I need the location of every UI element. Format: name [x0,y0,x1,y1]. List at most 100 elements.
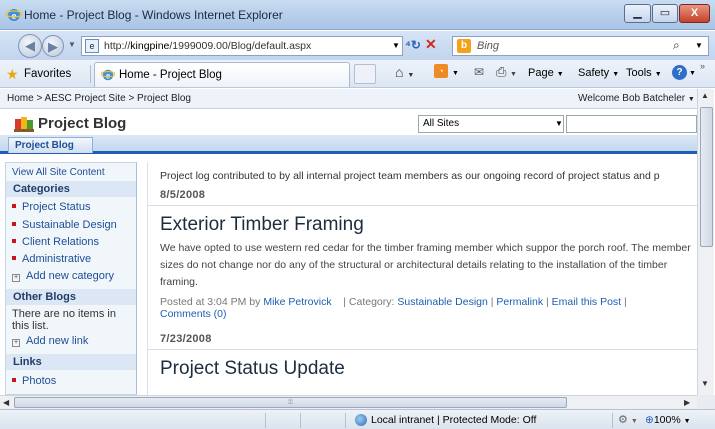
rss-dropdown-icon[interactable]: ▼ [452,70,459,77]
zoom-level[interactable]: ⊕100% ▼ [645,414,691,426]
post-title[interactable]: Exterior Timber Framing [160,214,364,236]
add-icon: + [12,339,20,347]
close-button[interactable]: X [679,4,710,23]
add-icon: + [12,274,20,282]
scroll-up-icon[interactable]: ▲ [701,91,709,100]
status-bar: Local intranet | Protected Mode: Off ⚙ ▼… [0,409,715,429]
page-menu[interactable]: Page ▼ [528,67,564,79]
post-footer: Posted at 3:04 PM by Mike Petrovick | Ca… [160,296,627,320]
web-page: Home > AESC Project Site > Project Blog … [0,89,697,395]
divider [345,413,346,428]
scroll-down-icon[interactable]: ▼ [701,379,709,388]
other-blogs-heading[interactable]: Other Blogs [6,289,136,305]
scroll-left-icon[interactable]: ◀ [3,398,9,407]
category-sustainable-design[interactable]: Sustainable Design [12,219,117,231]
forward-button[interactable]: ▶ [42,35,64,57]
navigation-bar: ◀ ▶ ▼ e http://kingpine/1999009.00/Blog/… [0,31,715,60]
favorites-star-icon[interactable]: ★ [6,66,19,83]
divider [90,65,91,83]
divider [265,413,266,428]
search-dropdown-icon[interactable]: ▼ [695,41,703,50]
url-text[interactable]: http://kingpine/1999009.00/Blog/default.… [104,40,311,52]
search-placeholder: Bing [477,40,500,52]
welcome-menu[interactable]: Welcome Bob Batcheler ▼ | [578,93,697,104]
email-post-link[interactable]: Email this Post [552,296,621,308]
safety-menu[interactable]: Safety ▼ [578,67,619,79]
tab-label: Home - Project Blog [119,69,222,81]
protected-mode-icon[interactable]: ⚙ ▼ [618,413,638,426]
site-title[interactable]: Project Blog [38,115,126,132]
window-title-bar[interactable]: e Home - Project Blog - Windows Internet… [0,0,715,30]
favorites-button[interactable]: Favorites [24,68,71,80]
recent-pages-dropdown-icon[interactable]: ▼ [68,40,76,49]
divider [612,413,613,428]
search-icon[interactable]: ⌕ [673,38,680,53]
blog-main-content: Project log contributed to by all intern… [147,162,697,395]
category-label: | Category: [343,296,395,308]
search-scope-select[interactable]: All Sites ▼ [418,115,564,133]
permalink-link[interactable]: Permalink [496,296,543,308]
divider [300,413,301,428]
scroll-thumb[interactable]: ⦙⦙⦙ [14,397,567,408]
tab-project-blog[interactable]: Project Blog [8,137,93,153]
refresh-icon[interactable]: ⁴↻ [405,38,421,52]
post-title[interactable]: Project Status Update [160,358,345,380]
category-client-relations[interactable]: Client Relations [12,236,99,248]
category-project-status[interactable]: Project Status [12,201,90,213]
categories-heading[interactable]: Categories [6,181,136,197]
chevron-more-icon[interactable]: » [700,61,705,71]
links-heading[interactable]: Links [6,354,136,370]
new-tab-button[interactable] [354,64,376,84]
category-administrative[interactable]: Administrative [12,253,91,265]
help-icon[interactable]: ? [672,65,687,80]
security-zone-text[interactable]: Local intranet | Protected Mode: Off [371,414,536,426]
scroll-right-icon[interactable]: ▶ [684,398,690,407]
minimize-button[interactable]: ▁ [624,4,651,23]
ie-logo-icon: e [101,69,115,82]
svg-text:e: e [106,71,111,82]
link-photos[interactable]: Photos [12,375,56,387]
rss-feed-icon[interactable]: ◔ [434,64,448,78]
vertical-scrollbar[interactable]: ▲ ▼ [697,89,714,395]
svg-text:e: e [12,10,17,22]
category-link[interactable]: Sustainable Design [397,296,487,308]
post-body: We have opted to use western red cedar f… [160,242,691,288]
author-link[interactable]: Mike Petrovick [263,296,331,308]
quick-launch: View All Site Content Categories Project… [5,162,137,395]
site-search-input[interactable] [566,115,697,133]
top-navigation-bar [0,135,697,154]
post-date: 8/5/2008 [148,186,697,206]
add-new-category-link[interactable]: + Add new category [12,270,114,282]
ie-logo-icon: e [6,9,22,22]
favorites-bar: ★ Favorites e Home - Project Blog ⌂ ▼ ◔ … [0,60,715,88]
breadcrumb-bar: Home > AESC Project Site > Project Blog … [0,89,697,109]
post-date: 7/23/2008 [148,330,697,350]
site-logo-icon [14,117,34,132]
tools-menu[interactable]: Tools ▼ [626,67,662,79]
posted-at-text: Posted at 3:04 PM by [160,296,261,308]
home-icon[interactable]: ⌂ ▼ [395,64,414,80]
page-icon: e [85,39,99,53]
address-dropdown-icon[interactable]: ▼ [392,41,400,50]
comments-link[interactable]: Comments (0) [160,308,227,320]
view-all-site-content-link[interactable]: View All Site Content [12,167,105,178]
search-field[interactable]: b Bing ⌕ ▼ [452,36,709,56]
stop-icon[interactable]: ✕ [425,36,437,53]
back-button[interactable]: ◀ [18,34,42,58]
blog-description: Project log contributed to by all intern… [160,170,660,182]
no-items-text: There are no items in this list. [12,308,116,332]
scroll-thumb[interactable] [700,107,713,247]
scrollbar-corner [697,395,715,409]
address-field[interactable]: e http://kingpine/1999009.00/Blog/defaul… [81,36,403,56]
breadcrumb[interactable]: Home > AESC Project Site > Project Blog [7,93,191,104]
maximize-button[interactable]: ▭ [652,4,678,23]
add-new-link-link[interactable]: + Add new link [12,335,88,347]
help-dropdown-icon[interactable]: ▼ [689,70,696,77]
mail-icon[interactable]: ✉ [474,65,484,79]
print-icon[interactable]: ⎙ ▼ [496,64,517,80]
browser-tab[interactable]: e Home - Project Blog [94,62,350,87]
window-title: Home - Project Blog - Windows Internet E… [24,8,283,22]
horizontal-scrollbar[interactable]: ◀ ⦙⦙⦙ ▶ [0,395,697,409]
bing-icon: b [457,39,471,53]
zoom-icon: ⊕ [645,414,654,426]
